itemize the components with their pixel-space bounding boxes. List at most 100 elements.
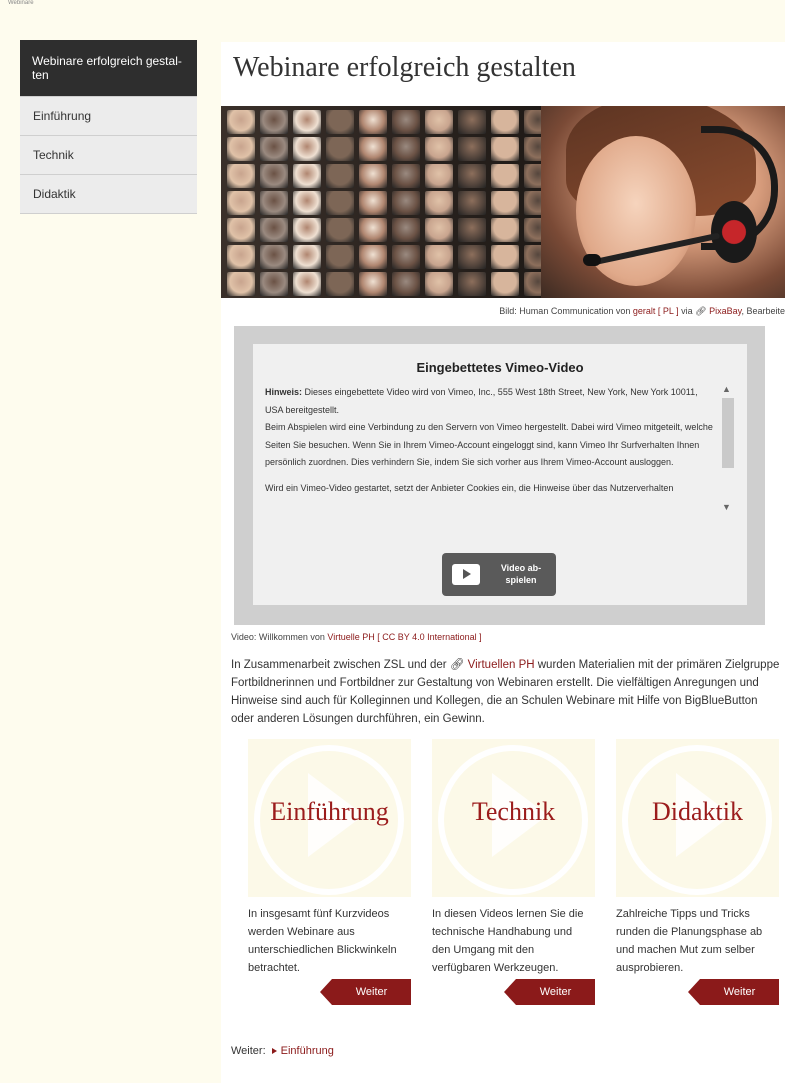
photo-tile <box>359 137 387 161</box>
photo-tile <box>458 272 486 296</box>
video-credit-license-link[interactable]: [ CC BY 4.0 International ] <box>377 632 481 642</box>
photo-tile <box>491 272 519 296</box>
next-label: Weiter: <box>231 1045 266 1057</box>
photo-tile <box>425 218 453 242</box>
photo-tile <box>425 245 453 269</box>
main-content: Webinare erfolgreich gestalten Bild: Hum… <box>221 42 785 1083</box>
photo-tile <box>491 137 519 161</box>
card-title: Didaktik <box>652 797 743 826</box>
image-credit-author-link[interactable]: geralt <box>633 306 656 316</box>
photo-tile <box>425 272 453 296</box>
photo-tile <box>359 110 387 134</box>
weiter-button-einfuehrung[interactable]: Weiter <box>320 979 411 1005</box>
photo-tile <box>260 164 288 188</box>
photo-tile <box>392 191 420 215</box>
photo-tile <box>326 191 354 215</box>
vimeo-title: Eingebettetes Vimeo-Video <box>416 360 584 375</box>
card-text: Zahlreiche Tipps und Tricks runden die P… <box>616 908 763 974</box>
photo-tile <box>491 191 519 215</box>
photo-tile <box>227 137 255 161</box>
image-credit-license-link[interactable]: [ PL ] <box>658 306 679 316</box>
arrow-right-icon <box>271 1048 277 1054</box>
scroll-up-icon[interactable]: ▲ <box>722 384 731 394</box>
next-navigation: Weiter: Einführung <box>231 1045 334 1057</box>
photo-tile <box>392 272 420 296</box>
card-didaktik: Didaktik Zahlreiche Tipps und Tricks run… <box>616 739 779 1005</box>
vimeo-note-label: Hinweis: <box>265 387 303 397</box>
photo-tile <box>392 218 420 242</box>
photo-tile <box>491 218 519 242</box>
image-credit-source-link[interactable]: PixaBay <box>709 306 741 316</box>
image-credit-via: via <box>681 306 693 316</box>
photo-tile <box>491 164 519 188</box>
intro-virtuelle-ph-link[interactable]: Virtuellen PH <box>468 659 535 671</box>
photo-tile <box>458 245 486 269</box>
play-video-button[interactable]: Video ab-spielen <box>442 553 556 596</box>
photo-tile <box>293 137 321 161</box>
video-credit-author-link[interactable]: Virtuelle PH <box>327 632 374 642</box>
sidebar-item-technik[interactable]: Technik <box>20 136 197 175</box>
photo-tile <box>359 245 387 269</box>
photo-tile <box>293 164 321 188</box>
vimeo-consent-panel: Eingebettetes Vimeo-Video Hinweis: Diese… <box>253 344 747 605</box>
photo-tile <box>425 164 453 188</box>
photo-tile <box>425 137 453 161</box>
page-title: Webinare erfolgreich gestalten <box>233 52 576 83</box>
image-credit: Bild: Human Communication von geralt [ P… <box>499 306 785 316</box>
headset-earcup <box>711 201 757 263</box>
weiter-button-didaktik[interactable]: Weiter <box>688 979 779 1005</box>
photo-tile <box>458 110 486 134</box>
external-link-icon: 🔗︎ <box>695 306 707 316</box>
sidebar-item-didaktik[interactable]: Didaktik <box>20 175 197 214</box>
play-icon <box>452 564 480 585</box>
intro-before-link: In Zusammenarbeit zwischen ZSL und der <box>231 659 447 671</box>
external-link-icon: 🔗︎ <box>449 659 465 671</box>
photo-tile <box>326 245 354 269</box>
card-text: In diesen Videos lernen Sie die technisc… <box>432 908 584 974</box>
photo-tile <box>227 218 255 242</box>
photo-tile <box>326 110 354 134</box>
topbar-text: Webinare <box>8 0 34 6</box>
photo-tile <box>491 245 519 269</box>
photo-tile <box>359 272 387 296</box>
video-credit-prefix: Video: Willkommen von <box>231 632 325 642</box>
sidebar-item-webinare[interactable]: Webinare erfolgreich gestal-ten <box>20 40 197 97</box>
photo-tile <box>293 110 321 134</box>
photo-tile <box>227 272 255 296</box>
image-credit-suffix: Bearbeite <box>746 306 785 316</box>
photo-tile <box>392 137 420 161</box>
vimeo-para-2: Wird ein Vimeo-Video gestartet, setzt de… <box>265 482 674 493</box>
photo-tile <box>260 110 288 134</box>
sidebar-item-einfuehrung[interactable]: Einführung <box>20 97 197 136</box>
photo-tile <box>227 191 255 215</box>
video-credit: Video: Willkommen von Virtuelle PH [ CC … <box>231 632 482 642</box>
photo-tile <box>326 137 354 161</box>
play-video-label: Video ab-spielen <box>500 563 542 585</box>
photo-tile <box>293 191 321 215</box>
photo-tile <box>260 137 288 161</box>
vimeo-notice-text[interactable]: Hinweis: Dieses eingebettete Video wird … <box>265 384 715 497</box>
photo-wall <box>221 106 556 298</box>
vimeo-scrollbar[interactable]: ▲ ▼ <box>720 384 734 516</box>
vimeo-note-text: Dieses eingebettete Video wird von Vimeo… <box>265 387 698 415</box>
card-einfuehrung-image[interactable]: Einführung <box>248 739 411 897</box>
photo-tile <box>227 110 255 134</box>
photo-tile <box>392 110 420 134</box>
photo-tile <box>458 137 486 161</box>
card-didaktik-image[interactable]: Didaktik <box>616 739 779 897</box>
photo-tile <box>425 191 453 215</box>
next-link[interactable]: Einführung <box>281 1045 334 1057</box>
photo-tile <box>458 191 486 215</box>
weiter-button-technik[interactable]: Weiter <box>504 979 595 1005</box>
photo-tile <box>260 191 288 215</box>
photo-tile <box>227 245 255 269</box>
photo-tile <box>326 218 354 242</box>
card-text: In insgesamt fünf Kurzvideos werden Webi… <box>248 908 397 974</box>
microphone-tip <box>583 254 601 266</box>
scroll-thumb[interactable] <box>722 398 734 468</box>
photo-tile <box>293 272 321 296</box>
photo-tile <box>458 164 486 188</box>
scroll-down-icon[interactable]: ▼ <box>722 502 731 512</box>
photo-tile <box>458 218 486 242</box>
card-technik-image[interactable]: Technik <box>432 739 595 897</box>
